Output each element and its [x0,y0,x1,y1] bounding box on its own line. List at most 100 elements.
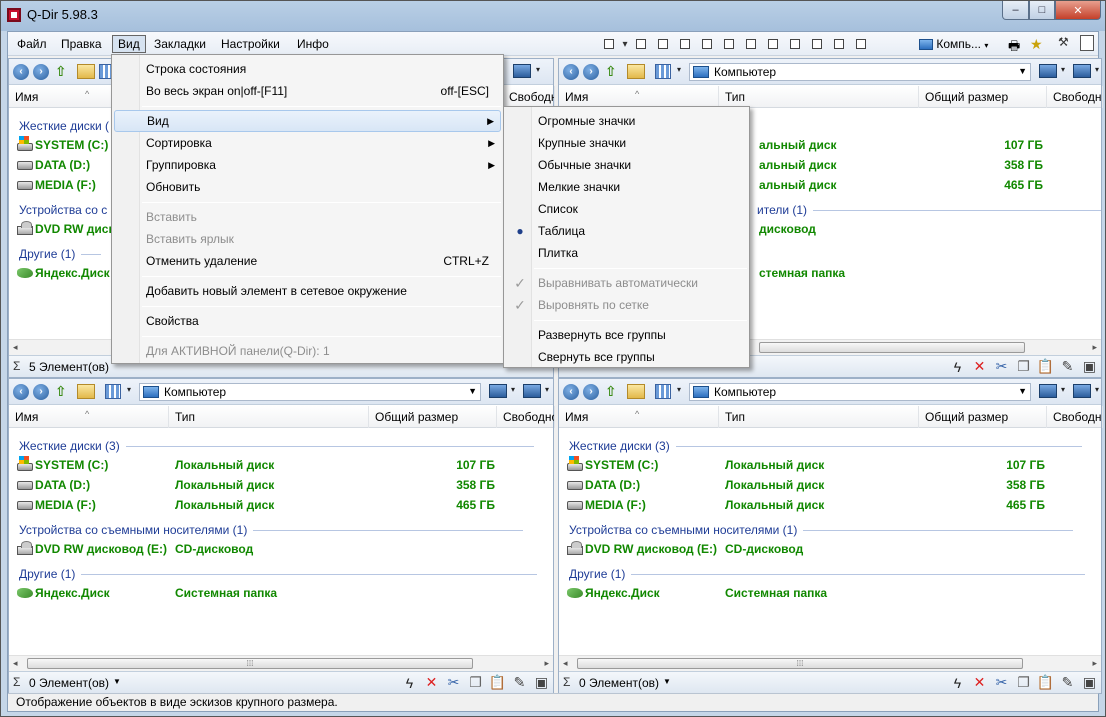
address-bar[interactable]: Компьютер ▼ [139,383,481,401]
menu-view-submenu[interactable]: Вид ▶ [114,110,501,132]
col-name[interactable]: Имя ^ [559,86,719,108]
view-tile[interactable]: Плитка [506,242,747,264]
select-icon[interactable]: ▣ [1080,358,1099,375]
layout-3b-icon[interactable] [652,36,674,52]
chevron-right-icon[interactable]: ▸ [1092,342,1097,353]
col-name[interactable]: Имя ^ [9,406,169,428]
chevron-left-icon[interactable]: ◂ [563,658,568,669]
select-icon[interactable]: ▣ [532,674,551,691]
delete-icon[interactable]: ✕ [970,358,989,375]
up-folder-icon[interactable]: ⇧ [605,383,623,400]
col-free[interactable]: Свободно [1047,86,1103,108]
chevron-down-icon[interactable]: ▾ [511,385,515,394]
view-huge-icons[interactable]: Огромные значки [506,110,747,132]
col-free[interactable]: Свободно [497,406,555,428]
lightning-icon[interactable]: ϟ [400,674,419,691]
layout-2d-icon[interactable] [784,36,806,52]
select-icon[interactable]: ▣ [1080,674,1099,691]
address-bar[interactable]: Компьютер ▼ [689,383,1031,401]
group-removable[interactable]: Устройства со съемными носителями (1) [19,522,524,538]
up-folder-icon[interactable]: ⇧ [55,383,73,400]
chevron-right-icon[interactable]: ▸ [1092,658,1097,669]
monitor-icon[interactable] [1039,384,1057,398]
layout-1c-icon[interactable] [850,36,872,52]
pane-bottom-right[interactable]: ‹ › ⇧ ▾ Компьютер ▼ ▾ ▾ Имя ^ Тип Общий … [558,378,1103,694]
tools-icon[interactable]: ⚒ [1058,35,1069,49]
group-other[interactable]: Другие (1) [19,566,538,582]
chevron-down-icon[interactable]: ▾ [127,385,131,394]
chevron-left-icon[interactable]: ◂ [13,658,18,669]
menu-refresh[interactable]: Обновить [114,176,501,198]
chevron-down-icon[interactable]: ▾ [677,65,681,74]
network-icon[interactable] [1073,64,1091,78]
up-folder-icon[interactable]: ⇧ [605,63,623,80]
chevron-down-icon[interactable]: ▾ [1061,65,1065,74]
chevron-down-icon[interactable]: ▾ [1095,385,1099,394]
folder-icon[interactable] [77,64,95,79]
menu-status-bar[interactable]: Строка состояния [114,58,501,80]
view-small-icons[interactable]: Мелкие значки [506,176,747,198]
group-hdd[interactable]: Жесткие диски (3) [569,438,1082,454]
layout-4-icon[interactable] [598,36,620,52]
col-free[interactable]: Свободно [503,86,555,108]
scrollbar-thumb[interactable]: ⁞⁞⁞ [577,658,1023,669]
view-mode-icon[interactable] [655,384,671,399]
delete-icon[interactable]: ✕ [422,674,441,691]
horizontal-scrollbar[interactable]: ◂ ⁞⁞⁞ ▸ [9,655,553,671]
scissors-icon[interactable]: ✂ [992,358,1011,375]
chevron-down-icon[interactable]: ▾ [545,385,549,394]
chevron-down-icon[interactable]: ▼ [1018,386,1027,396]
menu-paste-shortcut[interactable]: Вставить ярлык [114,228,501,250]
col-name[interactable]: Имя ^ [559,406,719,428]
group-removable[interactable]: Устройства со съемными носителями (1) [569,522,1074,538]
delete-icon[interactable]: ✕ [970,674,989,691]
col-type[interactable]: Тип [719,86,919,108]
monitor-icon[interactable] [513,64,531,78]
paste-icon[interactable]: 📋 [488,674,507,691]
col-total-size[interactable]: Общий размер [919,86,1047,108]
group-hdd[interactable]: Жесткие диски ( [19,118,109,134]
forward-icon[interactable]: › [33,384,49,400]
forward-icon[interactable]: › [583,384,599,400]
close-button[interactable]: ✕ [1055,1,1101,20]
layout-3c-icon[interactable] [674,36,696,52]
menu-fullscreen[interactable]: Во весь экран on|off-[F11] off-[ESC] [114,80,501,102]
layout-2b-icon[interactable] [740,36,762,52]
rename-icon[interactable]: ✎ [1058,674,1077,691]
chevron-down-icon[interactable]: ▼ [1018,66,1027,76]
scissors-icon[interactable]: ✂ [992,674,1011,691]
view-list[interactable]: Список [506,198,747,220]
view-mode-icon[interactable] [105,384,121,399]
chevron-left-icon[interactable]: ◂ [13,342,18,353]
menu-properties[interactable]: Свойства [114,310,501,332]
pane-bottom-left[interactable]: ‹ › ⇧ ▾ Компьютер ▼ ▾ ▾ Имя ^ Тип Общий … [8,378,555,694]
menu-undo-delete[interactable]: Отменить удаление CTRL+Z [114,250,501,272]
menu-add-network-item[interactable]: Добавить новый элемент в сетевое окружен… [114,280,501,302]
layout-2c-icon[interactable] [762,36,784,52]
chevron-down-icon[interactable]: ▼ [113,677,121,686]
minimize-button[interactable]: ‒ [1002,1,1029,20]
back-icon[interactable]: ‹ [13,384,29,400]
computer-toolbar-button[interactable]: Компь... ▾ [919,37,988,51]
chevron-down-icon[interactable]: ▾ [536,65,540,74]
back-icon[interactable]: ‹ [13,64,29,80]
up-folder-icon[interactable]: ⇧ [55,63,73,80]
chevron-down-icon[interactable]: ▼ [663,677,671,686]
horizontal-scrollbar[interactable]: ◂ ⁞⁞⁞ ▸ [559,655,1101,671]
chevron-down-icon[interactable]: ▾ [677,385,681,394]
group-other[interactable]: Другие (1) [19,246,102,262]
paste-icon[interactable]: 📋 [1036,674,1055,691]
col-type[interactable]: Тип [169,406,369,428]
star-icon[interactable]: ★ [1030,36,1043,53]
scrollbar-thumb[interactable]: ⁞⁞⁞ [27,658,473,669]
menu-edit[interactable]: Правка [56,35,107,53]
info-icon[interactable] [1080,35,1094,51]
lightning-icon[interactable]: ϟ [948,358,967,375]
copy-icon[interactable]: ❐ [1014,358,1033,375]
view-collapse-groups[interactable]: Свернуть все группы [506,346,747,368]
group-other[interactable]: Другие (1) [569,566,1086,582]
network-icon[interactable] [1073,384,1091,398]
view-large-icons[interactable]: Крупные значки [506,132,747,154]
menu-active-panel[interactable]: Для АКТИВНОЙ панели(Q-Dir): 1 [114,340,501,362]
menu-sort[interactable]: Сортировка ▶ [114,132,501,154]
